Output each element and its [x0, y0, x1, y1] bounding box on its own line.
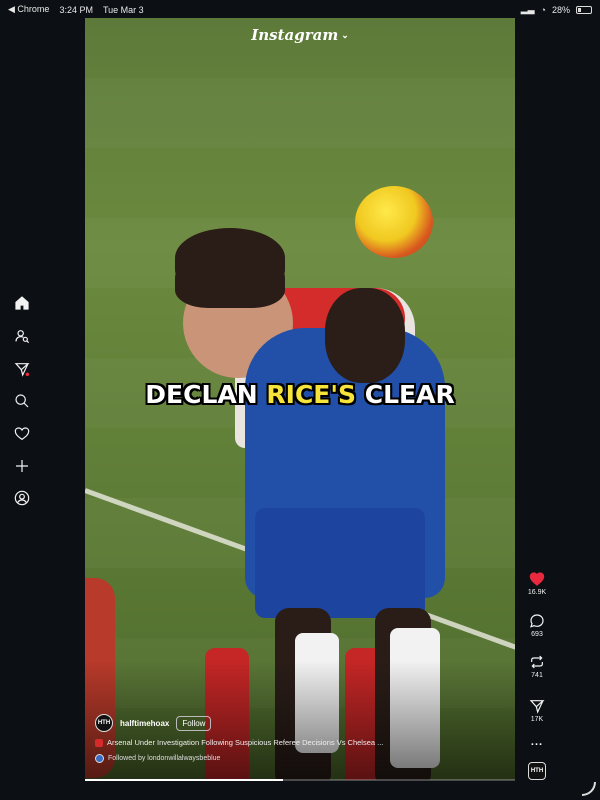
share-count: 17K: [530, 716, 544, 723]
comment-button[interactable]: 693: [520, 613, 554, 638]
signal-icon: ▂▃: [520, 4, 535, 14]
send-icon: [529, 700, 545, 714]
chevron-down-icon[interactable]: ⌄: [341, 31, 349, 41]
video-caption: DECLAN RICE'S CLEAR: [85, 380, 515, 409]
football: [355, 186, 433, 258]
caption-highlight: RICE'S: [266, 380, 357, 409]
wifi-icon: ◔: [540, 4, 546, 15]
follow-button[interactable]: Follow: [176, 715, 212, 731]
like-count: 16.9K: [527, 589, 547, 596]
battery-percent: 28%: [551, 4, 570, 15]
avatar[interactable]: HTH: [95, 714, 113, 732]
more-options-button[interactable]: ...: [520, 736, 554, 748]
post-info: HTH halftimehoax Follow Arsenal Under In…: [95, 714, 425, 763]
caption-text: DECLAN: [145, 380, 267, 409]
account-icon[interactable]: [13, 489, 31, 507]
back-to-app-link[interactable]: ◀ Chrome: [8, 4, 49, 15]
heart-icon[interactable]: [13, 425, 31, 443]
flag-icon: [95, 738, 103, 747]
follower-avatar: [95, 754, 104, 763]
repost-icon: [531, 655, 543, 669]
video-progress-bar[interactable]: [85, 779, 515, 781]
share-button[interactable]: 17K: [520, 698, 554, 723]
explore-icon[interactable]: [13, 360, 31, 378]
post-description[interactable]: Arsenal Under Investigation Following Su…: [107, 738, 383, 747]
corner-handle: [582, 782, 596, 796]
battery-icon: [576, 5, 592, 14]
status-bar: ◀ Chrome 3:24 PM Tue Mar 3 ▂▃ ◔ 28%: [0, 0, 600, 18]
like-button[interactable]: 16.9K: [520, 571, 554, 596]
comment-count: 693: [531, 631, 543, 638]
audio-avatar[interactable]: HTH: [528, 762, 546, 780]
comment-icon: [530, 614, 544, 628]
caption-text: CLEAR: [356, 380, 455, 409]
date: Tue Mar 3: [102, 4, 144, 15]
reel-video[interactable]: Instagram ⌄ DECLAN RICE'S CLEAR: [85, 18, 515, 780]
clock: 3:24 PM: [59, 4, 93, 15]
instagram-logo[interactable]: Instagram ⌄: [85, 26, 515, 44]
repost-count: 741: [531, 672, 543, 679]
logo-text: Instagram: [251, 26, 339, 44]
heart-filled-icon: [529, 572, 545, 586]
home-icon[interactable]: [13, 294, 31, 312]
username[interactable]: halftimehoax: [120, 719, 169, 728]
search-icon[interactable]: [13, 392, 31, 410]
repost-button[interactable]: 741: [520, 654, 554, 679]
followed-by-text[interactable]: Followed by londonwillalwaysbeblue: [108, 755, 220, 762]
profile-search-icon[interactable]: [13, 327, 31, 345]
plus-icon[interactable]: [13, 457, 31, 475]
